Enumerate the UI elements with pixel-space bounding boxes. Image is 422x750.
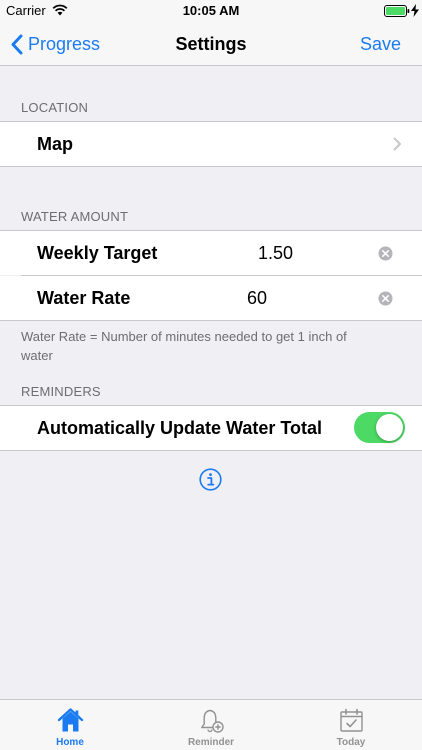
calendar-icon	[340, 708, 363, 732]
weekly-target-row: Weekly Target 1.50	[0, 231, 422, 275]
info-icon[interactable]	[199, 468, 222, 491]
tab-label: Reminder	[187, 737, 235, 748]
water-rate-footnote: Water Rate = Number of minutes needed to…	[21, 329, 347, 363]
tab-bar: Home Reminder Today	[0, 699, 422, 750]
clear-icon[interactable]	[378, 246, 393, 261]
section-header-reminders: REMINDERS	[21, 384, 101, 399]
auto-update-toggle[interactable]	[354, 412, 405, 443]
chevron-left-icon	[11, 34, 23, 54]
clear-icon[interactable]	[378, 291, 393, 306]
back-button[interactable]: Progress	[10, 22, 100, 66]
save-button[interactable]: Save	[360, 22, 401, 66]
home-icon	[57, 708, 84, 732]
water-rate-field[interactable]: 60	[247, 276, 267, 320]
tab-home[interactable]: Home	[0, 700, 140, 750]
tab-reminder[interactable]: Reminder	[141, 700, 281, 750]
section-header-location: LOCATION	[21, 100, 89, 115]
status-bar: Carrier 10:05 AM	[0, 0, 422, 22]
charging-bolt-icon	[411, 4, 419, 17]
battery-icon	[384, 5, 410, 17]
section-header-water-amount: WATER AMOUNT	[21, 209, 129, 224]
tab-label: Home	[56, 737, 84, 748]
tab-label: Today	[336, 737, 366, 748]
toggle-knob	[376, 414, 403, 441]
bell-icon	[201, 709, 224, 733]
weekly-target-field[interactable]: 1.50	[258, 231, 293, 275]
status-time: 10:05 AM	[182, 3, 240, 18]
tab-today[interactable]: Today	[281, 700, 421, 750]
divider	[0, 320, 422, 321]
chevron-right-icon	[393, 137, 401, 151]
divider	[0, 450, 422, 451]
navigation-bar: Progress Settings Save	[0, 22, 422, 66]
map-label: Map	[37, 134, 73, 154]
water-rate-label: Water Rate	[37, 288, 131, 308]
auto-update-label: Automatically Update Water Total	[37, 418, 323, 438]
divider	[0, 166, 422, 167]
back-button-label: Progress	[28, 33, 101, 54]
water-rate-row: Water Rate 60	[0, 276, 422, 320]
weekly-target-label: Weekly Target	[37, 243, 158, 263]
map-row[interactable]: Map	[0, 122, 422, 166]
